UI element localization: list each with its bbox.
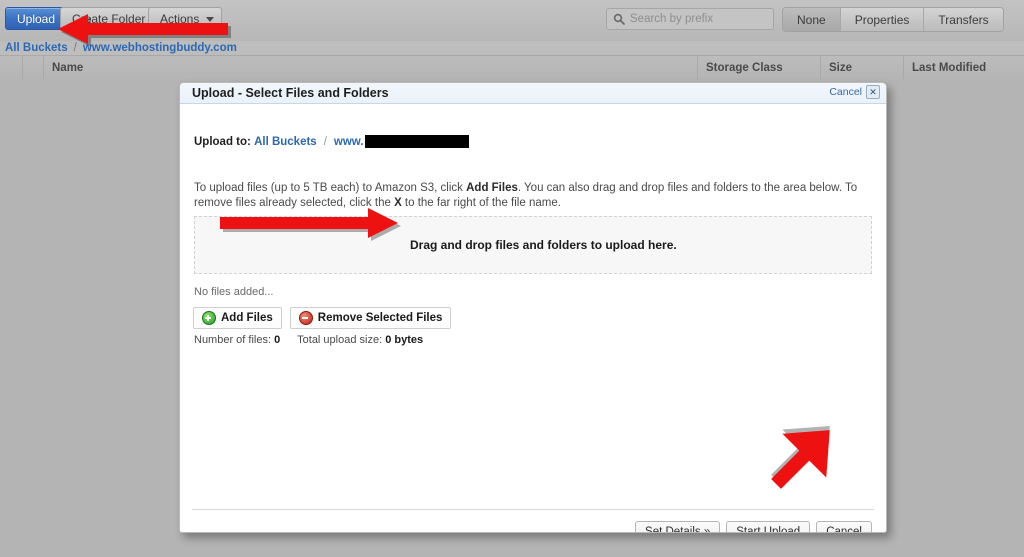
console-toolbar: Upload Create Folder Actions Search by p… — [0, 0, 1024, 42]
remove-selected-files-button-label: Remove Selected Files — [317, 312, 443, 324]
redaction-bar — [364, 135, 469, 148]
upload-dialog-titlebar-actions: Cancel ✕ — [829, 85, 880, 99]
close-icon[interactable]: ✕ — [866, 85, 880, 99]
tab-none[interactable]: None — [783, 8, 841, 31]
file-dropzone[interactable]: Drag and drop files and folders to uploa… — [194, 216, 872, 274]
upload-dialog-body: Upload to: All Buckets / www. To upload … — [180, 104, 886, 532]
column-divider — [22, 56, 23, 80]
upload-instructions-part3: to the far right of the file name. — [401, 197, 561, 209]
minus-circle-icon — [298, 311, 313, 325]
tab-transfers-label: Transfers — [938, 12, 989, 27]
breadcrumb: All Buckets / www.webhostingbuddy.com — [0, 41, 1024, 55]
upload-button-label: Upload — [17, 11, 56, 26]
total-size-value: 0 bytes — [385, 334, 424, 346]
upload-destination-bucket-prefix[interactable]: www. — [334, 136, 364, 148]
no-files-message: No files added... — [194, 286, 274, 298]
set-details-button-label: Set Details » — [645, 526, 711, 533]
upload-destination-all-buckets[interactable]: All Buckets — [254, 136, 317, 148]
upload-dialog-title: Upload - Select Files and Folders — [192, 86, 389, 100]
start-upload-button[interactable]: Start Upload — [726, 521, 811, 533]
upload-instructions: To upload files (up to 5 TB each) to Ama… — [194, 181, 872, 211]
start-upload-button-label: Start Upload — [736, 526, 801, 533]
breadcrumb-all-buckets[interactable]: All Buckets — [5, 42, 68, 54]
tab-transfers[interactable]: Transfers — [924, 8, 1003, 31]
total-size-label: Total upload size: — [297, 334, 383, 346]
breadcrumb-bucket[interactable]: www.webhostingbuddy.com — [83, 42, 237, 54]
tab-none-label: None — [797, 12, 826, 27]
upload-destination-separator: / — [323, 135, 327, 148]
upload-dialog: Upload - Select Files and Folders Cancel… — [179, 82, 887, 533]
breadcrumb-separator: / — [73, 42, 77, 54]
plus-circle-icon — [202, 311, 216, 325]
dialog-cancel-button-label: Cancel — [826, 526, 862, 533]
upload-instructions-x: X — [394, 197, 402, 209]
file-count-label: Number of files: — [194, 334, 272, 346]
add-files-button[interactable]: Add Files — [193, 307, 282, 329]
remove-selected-files-button[interactable]: Remove Selected Files — [289, 307, 452, 329]
file-table-header: Name Storage Class Size Last Modified — [0, 55, 1024, 81]
dialog-cancel-link[interactable]: Cancel — [829, 86, 862, 98]
upload-dialog-footer: Set Details » Start Upload Cancel — [635, 521, 872, 533]
search-input[interactable]: Search by prefix — [606, 8, 774, 30]
upload-button[interactable]: Upload — [5, 7, 68, 30]
upload-summary: Number of files: 0 Total upload size: 0 … — [194, 334, 423, 346]
upload-instructions-addfiles: Add Files — [466, 182, 518, 194]
file-count-value: 0 — [274, 334, 281, 346]
file-dropzone-label: Drag and drop files and folders to uploa… — [410, 238, 677, 252]
column-header-last-modified[interactable]: Last Modified — [912, 56, 986, 80]
upload-destination: Upload to: All Buckets / www. — [194, 135, 469, 148]
actions-button-label: Actions — [160, 11, 200, 26]
dialog-cancel-button[interactable]: Cancel — [816, 521, 872, 533]
column-divider — [903, 56, 904, 80]
upload-dialog-titlebar: Upload - Select Files and Folders Cancel… — [180, 83, 886, 104]
upload-destination-label: Upload to: — [194, 135, 251, 148]
view-mode-group: None Properties Transfers — [782, 7, 1004, 32]
tab-properties[interactable]: Properties — [840, 8, 925, 31]
file-action-buttons: Add Files Remove Selected Files — [193, 307, 452, 329]
column-divider — [43, 56, 44, 80]
create-folder-button[interactable]: Create Folder — [60, 7, 158, 30]
add-files-button-label: Add Files — [221, 312, 273, 324]
create-folder-button-label: Create Folder — [72, 11, 146, 26]
search-icon — [613, 13, 625, 25]
search-placeholder: Search by prefix — [630, 13, 714, 25]
column-header-size[interactable]: Size — [829, 56, 852, 80]
chevron-down-icon — [206, 16, 215, 22]
column-divider — [697, 56, 698, 80]
set-details-button[interactable]: Set Details » — [635, 521, 721, 533]
column-divider — [820, 56, 821, 80]
footer-divider — [192, 509, 874, 510]
column-header-storage-class[interactable]: Storage Class — [706, 56, 783, 80]
column-header-name[interactable]: Name — [52, 56, 83, 80]
upload-instructions-part1: To upload files (up to 5 TB each) to Ama… — [194, 182, 467, 194]
actions-button[interactable]: Actions — [148, 7, 223, 30]
tab-properties-label: Properties — [854, 12, 910, 27]
